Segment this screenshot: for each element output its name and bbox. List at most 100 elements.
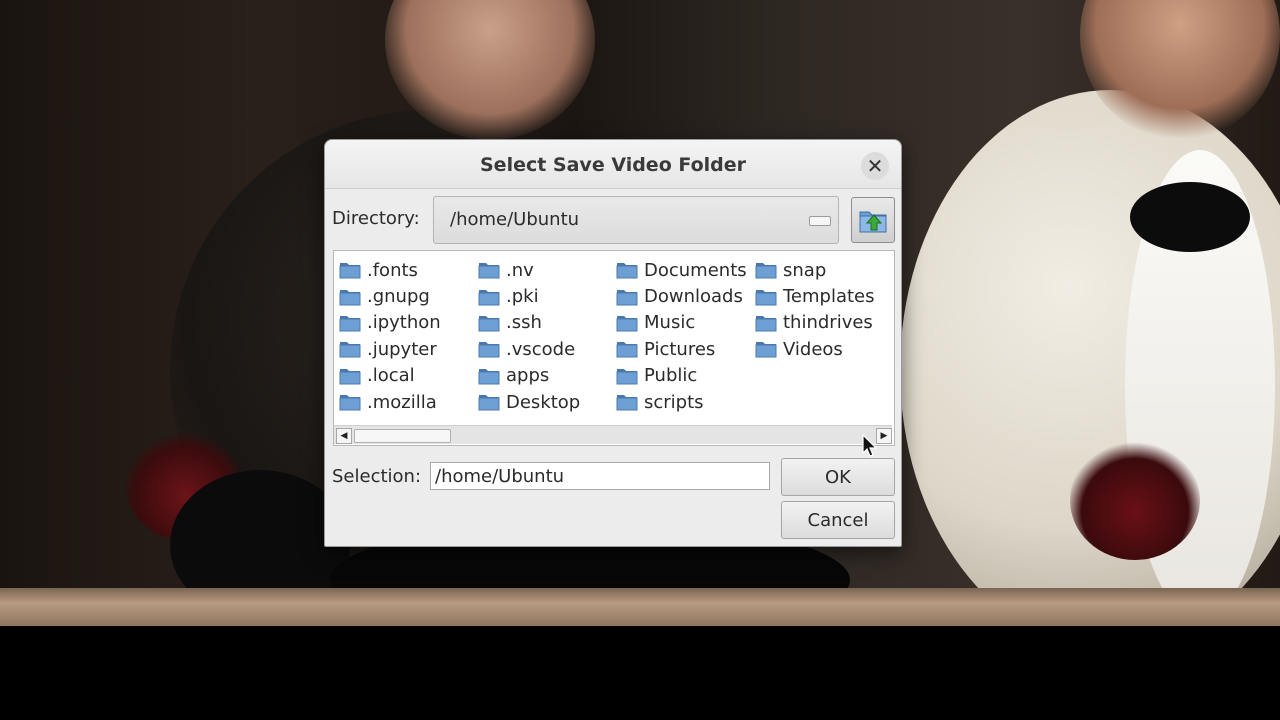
- folder-item[interactable]: Pictures: [616, 336, 747, 362]
- scroll-left-button[interactable]: ◀: [336, 428, 352, 444]
- folder-icon: [339, 315, 361, 332]
- folder-icon: [478, 315, 500, 332]
- folder-item[interactable]: Templates: [755, 283, 875, 309]
- folder-icon: [616, 289, 638, 306]
- folder-item[interactable]: .fonts: [339, 257, 441, 283]
- folder-icon: [478, 342, 500, 358]
- folder-item[interactable]: snap: [755, 257, 875, 283]
- folder-item[interactable]: Documents: [616, 257, 747, 283]
- folder-item-label: Documents: [644, 259, 747, 281]
- folder-item[interactable]: apps: [478, 363, 580, 389]
- folder-item-label: Music: [644, 312, 696, 334]
- folder-item-label: .local: [367, 365, 415, 387]
- folder-icon: [339, 368, 361, 385]
- folder-item-label: .gnupg: [367, 286, 430, 308]
- folder-icon: [616, 368, 638, 385]
- folder-item-label: apps: [506, 365, 550, 387]
- folder-icon: [616, 315, 638, 332]
- folder-item-label: .pki: [506, 286, 539, 308]
- folder-icon: [339, 342, 361, 358]
- selection-label-text: Selection:: [332, 466, 422, 487]
- folder-item[interactable]: .vscode: [478, 336, 580, 362]
- folder-item[interactable]: Desktop: [478, 389, 580, 415]
- folder-item-label: .nv: [506, 259, 534, 281]
- dialog-title: Select Save Video Folder: [480, 154, 746, 176]
- folder-item[interactable]: .mozilla: [339, 389, 441, 415]
- folder-item[interactable]: Downloads: [616, 283, 747, 309]
- folder-item[interactable]: .gnupg: [339, 283, 441, 309]
- folder-icon: [339, 289, 361, 306]
- folder-icon: [339, 395, 361, 411]
- folder-list[interactable]: .fonts .gnupg .ipython .jupyter .local .mozil…: [333, 250, 895, 446]
- folder-icon: [616, 342, 638, 358]
- ok-button-label: OK: [825, 466, 851, 488]
- folder-item[interactable]: .pki: [478, 283, 580, 309]
- folder-column: snap Templates thindrives Videos: [755, 257, 875, 363]
- folder-item-label: snap: [783, 259, 827, 281]
- dialog-titlebar[interactable]: Select Save Video Folder ✕: [325, 140, 901, 189]
- folder-up-icon: [859, 211, 887, 233]
- folder-item[interactable]: .nv: [478, 257, 580, 283]
- scroll-left-icon: ◀: [340, 431, 348, 441]
- folder-item[interactable]: Videos: [755, 336, 875, 362]
- folder-item-label: .jupyter: [367, 338, 437, 360]
- background-table: [0, 588, 1280, 626]
- directory-value: /home/Ubuntu: [450, 209, 580, 230]
- folder-icon: [755, 342, 777, 358]
- folder-icon: [478, 263, 500, 279]
- folder-item-label: Videos: [783, 338, 843, 360]
- folder-item-label: Desktop: [506, 391, 581, 413]
- folder-icon: [339, 263, 361, 279]
- selection-label: Selection:: [332, 466, 421, 487]
- ok-button[interactable]: OK: [781, 458, 895, 496]
- folder-item-label: Downloads: [644, 286, 743, 308]
- folder-icon: [755, 315, 777, 332]
- folder-item-label: .fonts: [367, 259, 418, 281]
- folder-icon: [478, 395, 500, 411]
- folder-item-label: scripts: [644, 391, 704, 413]
- close-button[interactable]: ✕: [861, 152, 889, 180]
- mouse-cursor-icon: [862, 434, 878, 457]
- folder-item[interactable]: scripts: [616, 389, 747, 415]
- folder-column: .fonts .gnupg .ipython .jupyter .local .mozil…: [339, 257, 441, 415]
- background-bowtie: [1130, 182, 1250, 252]
- folder-item-label: Templates: [783, 286, 875, 308]
- folder-column: Documents Downloads Music Pictures Public scr…: [616, 257, 747, 415]
- folder-item[interactable]: thindrives: [755, 310, 875, 336]
- folder-icon: [478, 289, 500, 306]
- folder-icon: [616, 395, 638, 411]
- cancel-button[interactable]: Cancel: [781, 501, 895, 539]
- cancel-button-label: Cancel: [807, 509, 869, 531]
- folder-item-label: .ssh: [506, 312, 542, 334]
- select-folder-dialog: Select Save Video Folder ✕ Directory: /h…: [324, 139, 902, 547]
- background-wine-glass-right: [1070, 440, 1200, 560]
- folder-item-label: .ipython: [367, 312, 441, 334]
- selection-input[interactable]: [430, 462, 770, 490]
- folder-item[interactable]: .jupyter: [339, 336, 441, 362]
- folder-item[interactable]: .ipython: [339, 310, 441, 336]
- folder-item[interactable]: .ssh: [478, 310, 580, 336]
- folder-item-label: .vscode: [506, 338, 576, 360]
- directory-label-text: Directory:: [332, 208, 420, 229]
- parent-folder-button[interactable]: [851, 197, 895, 243]
- folder-icon: [478, 368, 500, 385]
- folder-item[interactable]: Music: [616, 310, 747, 336]
- dropdown-handle-icon: [809, 216, 831, 226]
- folder-item[interactable]: .local: [339, 363, 441, 389]
- scrollbar-thumb[interactable]: [354, 429, 451, 443]
- scroll-right-icon: ▶: [880, 431, 888, 441]
- directory-dropdown[interactable]: /home/Ubuntu: [433, 196, 839, 244]
- folder-column: .nv .pki .ssh .vscode apps Desktop: [478, 257, 580, 415]
- scroll-right-button[interactable]: ▶: [876, 428, 892, 444]
- folder-item-label: Pictures: [644, 338, 716, 360]
- folder-icon: [616, 263, 638, 279]
- folder-icon: [755, 263, 777, 279]
- close-icon: ✕: [866, 154, 884, 178]
- folder-icon: [755, 289, 777, 306]
- folder-item-label: Public: [644, 365, 698, 387]
- folder-item[interactable]: Public: [616, 363, 747, 389]
- folder-item-label: .mozilla: [367, 391, 437, 413]
- folder-item-label: thindrives: [783, 312, 873, 334]
- directory-label: Directory:: [332, 208, 420, 229]
- horizontal-scrollbar[interactable]: ◀ ▶: [334, 425, 892, 444]
